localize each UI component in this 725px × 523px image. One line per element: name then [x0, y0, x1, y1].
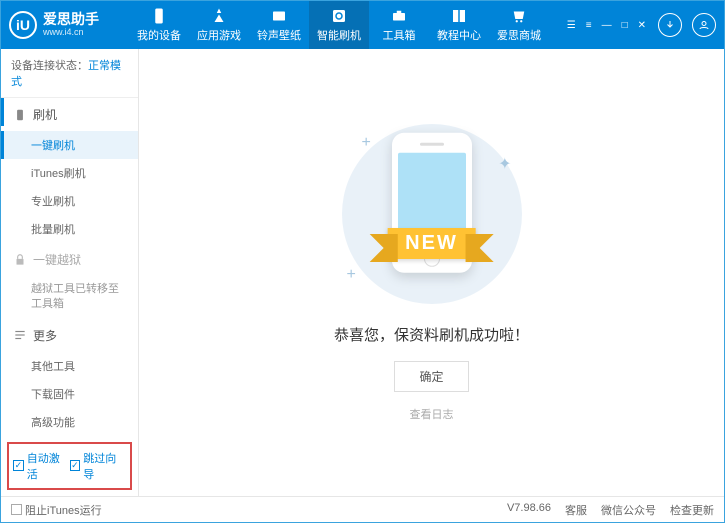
section-title: 一键越狱 — [33, 251, 81, 268]
success-message: 恭喜您，保资料刷机成功啦！ — [334, 324, 529, 345]
checkbox-prevent-itunes[interactable]: 阻止iTunes运行 — [11, 502, 102, 518]
titlebar: iU 爱思助手 www.i4.cn 我的设备 应用游戏 铃声壁纸 智能刷机 — [1, 1, 724, 49]
options-highlight: ✓ 自动激活 ✓ 跳过向导 — [7, 442, 132, 490]
success-illustration: + ✦ + NEW — [342, 124, 522, 304]
section-title: 刷机 — [33, 106, 57, 123]
sidebar-item-pro-flash[interactable]: 专业刷机 — [1, 187, 138, 215]
book-icon — [450, 7, 468, 25]
sidebar-item-onekey-flash[interactable]: 一键刷机 — [1, 131, 138, 159]
sidebar-item-batch-flash[interactable]: 批量刷机 — [1, 215, 138, 243]
main-content: + ✦ + NEW 恭喜您，保资料刷机成功啦！ 确定 查看日志 — [139, 49, 724, 496]
body: 设备连接状态：正常模式 刷机 一键刷机 iTunes刷机 专业刷机 批量刷机 一… — [1, 49, 724, 496]
checkbox-label: 阻止iTunes运行 — [25, 502, 102, 518]
checkbox-icon: ✓ — [13, 460, 24, 471]
sidebar-section-flash[interactable]: 刷机 — [1, 98, 138, 131]
nav-my-device[interactable]: 我的设备 — [129, 1, 189, 49]
app-url: www.i4.cn — [43, 28, 99, 38]
checkbox-icon: ✓ — [70, 460, 81, 471]
menu-icon[interactable]: ☰ — [565, 18, 578, 33]
sidebar-section-jailbreak[interactable]: 一键越狱 — [1, 243, 138, 276]
checkbox-icon — [11, 504, 22, 515]
user-button[interactable] — [692, 13, 716, 37]
lock-icon — [13, 253, 27, 267]
nav-label: 爱思商城 — [497, 27, 541, 43]
connection-status: 设备连接状态：正常模式 — [1, 49, 138, 98]
jailbreak-note: 越狱工具已转移至工具箱 — [1, 276, 138, 319]
cart-icon — [510, 7, 528, 25]
titlebar-controls: ☰ ≡ — □ ✕ — [565, 13, 716, 37]
app-logo: iU 爱思助手 www.i4.cn — [9, 11, 129, 39]
version-label: V7.98.66 — [507, 502, 551, 518]
section-title: 更多 — [33, 327, 57, 344]
nav-label: 智能刷机 — [317, 27, 361, 43]
nav-store[interactable]: 爱思商城 — [489, 1, 549, 49]
folder-icon — [270, 7, 288, 25]
close-icon[interactable]: ✕ — [636, 18, 648, 33]
sidebar-item-download-firmware[interactable]: 下载固件 — [1, 380, 138, 408]
status-label: 设备连接状态： — [11, 60, 88, 72]
nav-label: 教程中心 — [437, 27, 481, 43]
download-button[interactable] — [658, 13, 682, 37]
active-indicator — [1, 98, 4, 126]
apps-icon — [210, 7, 228, 25]
refresh-icon — [330, 7, 348, 25]
checkbox-label: 自动激活 — [27, 450, 70, 482]
sidebar-item-other-tools[interactable]: 其他工具 — [1, 352, 138, 380]
nav-apps[interactable]: 应用游戏 — [189, 1, 249, 49]
list-icon — [13, 328, 27, 342]
logo-icon: iU — [9, 11, 37, 39]
phone-icon — [13, 108, 27, 122]
app-window: iU 爱思助手 www.i4.cn 我的设备 应用游戏 铃声壁纸 智能刷机 — [0, 0, 725, 523]
settings-icon[interactable]: ≡ — [584, 18, 594, 33]
new-ribbon: NEW — [387, 228, 476, 259]
sidebar-item-itunes-flash[interactable]: iTunes刷机 — [1, 159, 138, 187]
app-name: 爱思助手 — [43, 12, 99, 27]
nav-label: 我的设备 — [137, 27, 181, 43]
footer-wechat[interactable]: 微信公众号 — [601, 502, 656, 518]
checkbox-auto-activate[interactable]: ✓ 自动激活 — [13, 450, 70, 482]
view-log-link[interactable]: 查看日志 — [410, 406, 454, 422]
ok-button[interactable]: 确定 — [394, 361, 468, 392]
minimize-icon[interactable]: — — [600, 18, 614, 33]
checkbox-label: 跳过向导 — [83, 450, 126, 482]
phone-icon — [150, 7, 168, 25]
footer-service[interactable]: 客服 — [565, 502, 587, 518]
toolbox-icon — [390, 7, 408, 25]
nav-tutorial[interactable]: 教程中心 — [429, 1, 489, 49]
nav-label: 工具箱 — [383, 27, 416, 43]
checkbox-skip-guide[interactable]: ✓ 跳过向导 — [70, 450, 127, 482]
sidebar-item-advanced[interactable]: 高级功能 — [1, 408, 138, 436]
sidebar: 设备连接状态：正常模式 刷机 一键刷机 iTunes刷机 专业刷机 批量刷机 一… — [1, 49, 139, 496]
footer-update[interactable]: 检查更新 — [670, 502, 714, 518]
maximize-icon[interactable]: □ — [620, 18, 630, 33]
main-nav: 我的设备 应用游戏 铃声壁纸 智能刷机 工具箱 教程中心 — [129, 1, 565, 49]
sidebar-section-more[interactable]: 更多 — [1, 319, 138, 352]
nav-flash[interactable]: 智能刷机 — [309, 1, 369, 49]
footer: 阻止iTunes运行 V7.98.66 客服 微信公众号 检查更新 — [1, 496, 724, 522]
nav-label: 铃声壁纸 — [257, 27, 301, 43]
nav-toolbox[interactable]: 工具箱 — [369, 1, 429, 49]
nav-ringtones[interactable]: 铃声壁纸 — [249, 1, 309, 49]
nav-label: 应用游戏 — [197, 27, 241, 43]
